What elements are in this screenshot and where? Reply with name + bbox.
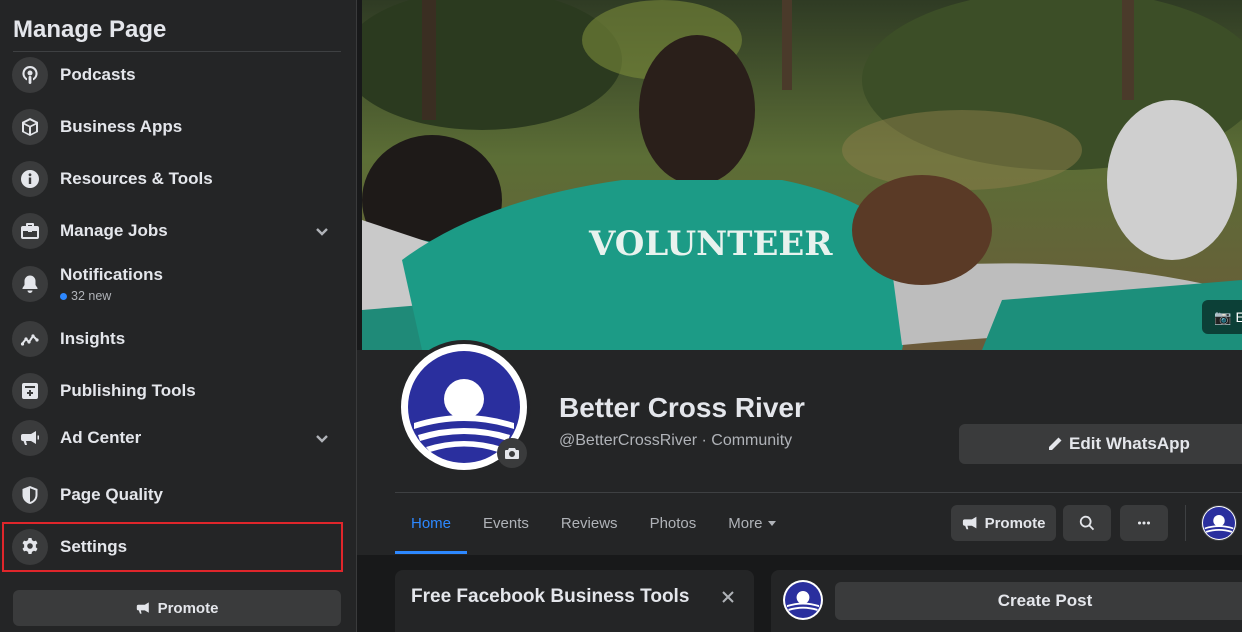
pencil-icon: [1049, 437, 1062, 450]
create-post-card: Create Post: [771, 570, 1242, 632]
cover-image: VOLUNTEER: [362, 0, 1242, 350]
chevron-down-icon[interactable]: [312, 221, 332, 241]
update-avatar-button[interactable]: [497, 438, 527, 468]
tab-home[interactable]: Home: [395, 493, 468, 554]
tab-reviews[interactable]: Reviews: [545, 493, 634, 553]
sidebar-item-manage-jobs[interactable]: Manage Jobs: [4, 207, 344, 255]
promote-label: Promote: [984, 514, 1046, 532]
sidebar-item-label: Ad Center: [60, 428, 142, 447]
notifications-count: 32 new: [60, 289, 163, 303]
box-icon: [12, 109, 48, 145]
sidebar-item-podcasts[interactable]: Podcasts: [4, 51, 344, 99]
tab-events[interactable]: Events: [467, 493, 545, 553]
sidebar-item-business-apps[interactable]: Business Apps: [4, 103, 344, 151]
profile-avatar[interactable]: [1201, 505, 1237, 541]
business-tools-card: Free Facebook Business Tools: [395, 570, 754, 632]
sidebar-item-ad-center[interactable]: Ad Center: [4, 414, 344, 462]
sidebar-item-insights[interactable]: Insights: [4, 315, 344, 363]
page-main: VOLUNTEER 📷 E Better Cross River @Better…: [357, 0, 1242, 632]
podcast-icon: [12, 57, 48, 93]
sidebar-item-label: Notifications: [60, 265, 163, 284]
create-post-label: Create Post: [997, 591, 1093, 610]
sidebar-item-label: Manage Jobs: [60, 221, 168, 240]
camera-icon: [505, 448, 519, 459]
sidebar-promote-label: Promote: [157, 599, 219, 617]
tab-label: More: [728, 514, 763, 532]
cover-shirt-text: VOLUNTEER: [588, 224, 833, 264]
publishing-icon: [12, 373, 48, 409]
sidebar-item-publishing-tools[interactable]: Publishing Tools: [4, 367, 344, 415]
logo-icon: [785, 582, 821, 618]
more-dots-icon: [1137, 521, 1151, 525]
sidebar-item-label: Insights: [60, 329, 126, 348]
sidebar-item-page-quality[interactable]: Page Quality: [4, 471, 344, 519]
app-root: Manage Page Podcasts Business Apps Resou…: [0, 0, 1242, 632]
sidebar-item-notifications[interactable]: Notifications 32 new: [4, 259, 344, 309]
search-button[interactable]: [1063, 505, 1111, 541]
sidebar-item-label: Resources & Tools: [60, 169, 213, 188]
tab-label: Home: [411, 514, 452, 532]
unread-dot: [60, 292, 67, 300]
sidebar-item-label: Publishing Tools: [60, 381, 196, 400]
logo-icon: [1203, 507, 1235, 539]
manage-page-sidebar: Manage Page Podcasts Business Apps Resou…: [0, 0, 357, 632]
edit-cover-label: E: [1235, 309, 1242, 325]
sidebar-item-label: Page Quality: [60, 485, 163, 504]
sidebar-item-label: Podcasts: [60, 65, 136, 84]
megaphone-icon: [136, 602, 149, 614]
page-tabs: Home Events Reviews Photos More: [395, 493, 792, 554]
insights-icon: [12, 321, 48, 357]
megaphone-icon: [12, 420, 48, 456]
tab-more[interactable]: More: [712, 493, 792, 553]
search-icon: [1079, 515, 1095, 531]
sidebar-item-resources-tools[interactable]: Resources & Tools: [4, 155, 344, 203]
selection-highlight: [2, 522, 343, 572]
camera-icon: 📷: [1214, 308, 1232, 325]
actions-divider: [1185, 505, 1186, 541]
tab-label: Reviews: [560, 514, 618, 532]
page-title: Better Cross River: [559, 392, 805, 423]
edit-whatsapp-button[interactable]: Edit WhatsApp: [959, 424, 1242, 464]
tab-photos[interactable]: Photos: [634, 493, 713, 553]
bell-icon: [12, 266, 48, 302]
tab-label: Events: [483, 514, 529, 532]
sidebar-promote-button[interactable]: Promote: [13, 590, 341, 626]
more-options-button[interactable]: [1120, 505, 1168, 541]
megaphone-icon: [962, 516, 976, 530]
chevron-down-icon[interactable]: [312, 428, 332, 448]
sidebar-item-label: Business Apps: [60, 117, 183, 136]
caret-down-icon: [768, 520, 777, 526]
business-tools-title: Free Facebook Business Tools: [411, 586, 690, 607]
shield-icon: [12, 477, 48, 513]
cover-photo: VOLUNTEER 📷 E: [362, 0, 1242, 350]
tab-label: Photos: [649, 514, 697, 532]
poster-avatar: [783, 580, 823, 620]
briefcase-icon: [12, 213, 48, 249]
page-handle: @BetterCrossRiver · Community: [559, 432, 793, 449]
create-post-button[interactable]: Create Post: [835, 582, 1242, 620]
page-header: Better Cross River @BetterCrossRiver · C…: [357, 340, 1242, 555]
edit-cover-button[interactable]: 📷 E: [1202, 300, 1242, 334]
edit-whatsapp-label: Edit WhatsApp: [1069, 434, 1190, 453]
sidebar-title: Manage Page: [13, 16, 167, 43]
notifications-count-text: 32 new: [71, 289, 112, 303]
info-icon: [12, 161, 48, 197]
promote-button[interactable]: Promote: [951, 505, 1056, 541]
close-icon[interactable]: [719, 588, 743, 612]
